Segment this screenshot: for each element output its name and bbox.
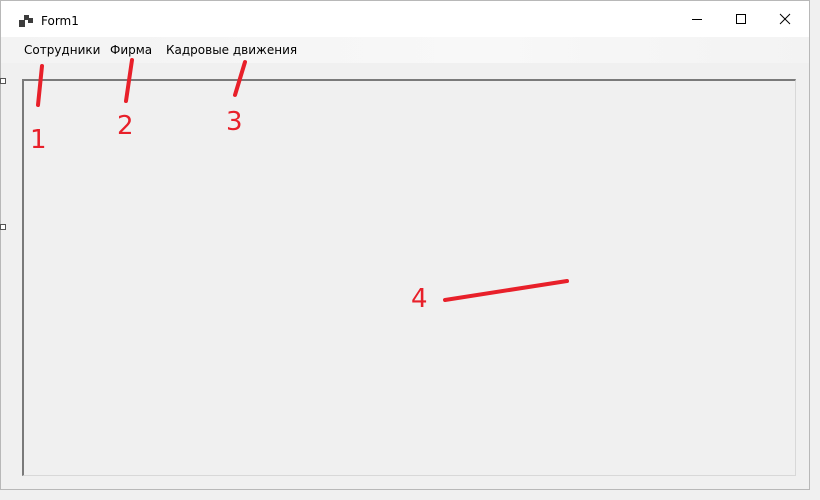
menu-item-company[interactable]: Фирма bbox=[105, 43, 157, 57]
close-icon bbox=[779, 13, 791, 25]
title-bar[interactable]: Form1 bbox=[1, 1, 809, 37]
close-button[interactable] bbox=[763, 1, 807, 37]
main-panel bbox=[22, 79, 796, 476]
menu-item-employees[interactable]: Сотрудники bbox=[19, 43, 105, 57]
minimize-icon bbox=[692, 19, 702, 20]
minimize-button[interactable] bbox=[675, 1, 719, 37]
menu-bar: Сотрудники Фирма Кадровые движения bbox=[1, 37, 809, 63]
maximize-button[interactable] bbox=[719, 1, 763, 37]
menu-item-personnel-movements[interactable]: Кадровые движения bbox=[161, 43, 302, 57]
maximize-icon bbox=[736, 14, 746, 24]
resize-handle[interactable] bbox=[0, 224, 6, 230]
resize-handle[interactable] bbox=[0, 78, 6, 84]
form-app-icon bbox=[19, 15, 33, 27]
form-window: Form1 Сотрудники Фирма Кадровые движения bbox=[0, 0, 810, 490]
window-title: Form1 bbox=[41, 14, 79, 28]
